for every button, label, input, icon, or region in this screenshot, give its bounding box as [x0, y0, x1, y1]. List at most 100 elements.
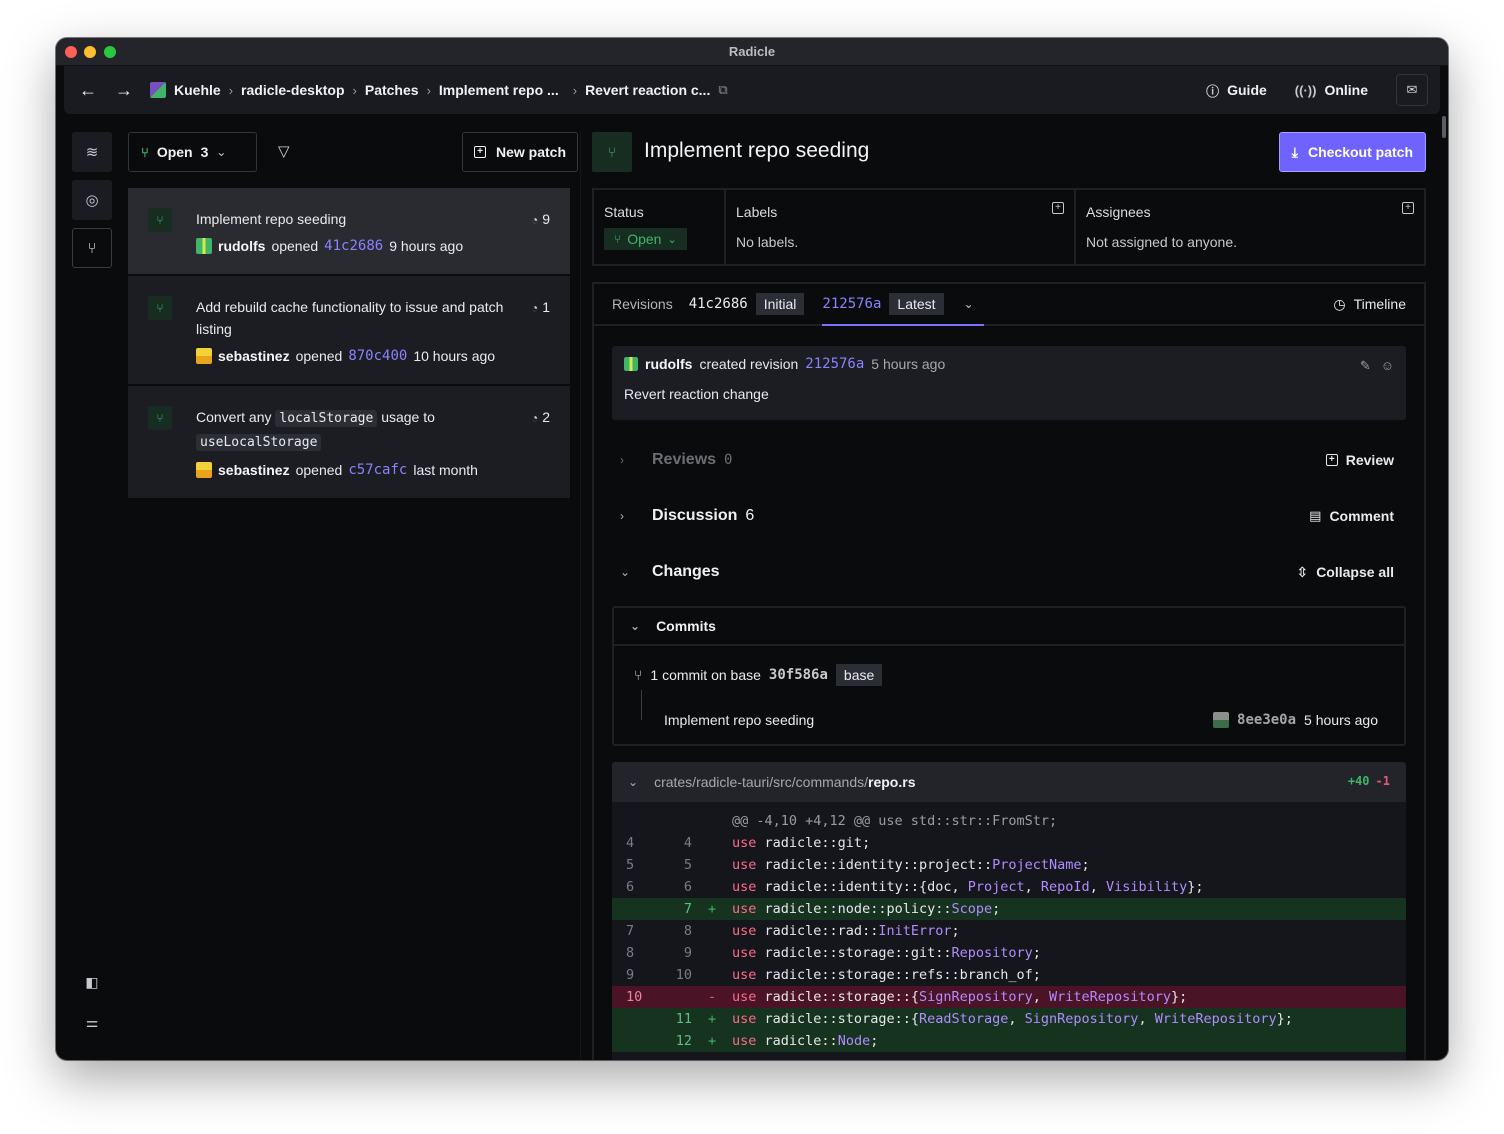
avatar	[624, 357, 638, 371]
reviews-count: 0	[724, 452, 733, 468]
patch-list: ⑂ Implement repo seeding ◔ 9 rudolfs open…	[128, 188, 570, 500]
pencil-icon[interactable]: ✎	[1360, 358, 1371, 374]
patch-list-item[interactable]: ⑂ Add rebuild cache functionality to iss…	[128, 276, 570, 386]
scrollbar-thumb[interactable]	[1442, 116, 1446, 138]
breadcrumb-patch[interactable]: Implement repo ...	[439, 82, 559, 98]
add-assignee-icon[interactable]: +	[1402, 202, 1414, 214]
pane-divider[interactable]	[580, 132, 581, 1060]
revision-author[interactable]: rudolfs	[645, 356, 692, 372]
inline-code: localStorage	[275, 410, 378, 427]
file-path-prefix: crates/radicle-tauri/src/commands/	[654, 774, 869, 790]
emoji-reaction-icon[interactable]: ☺	[1381, 358, 1394, 374]
diff-line: 8 9 use radicle::storage::git::Repository;	[612, 942, 1406, 964]
timeline-button[interactable]: ◷ Timeline	[1333, 296, 1406, 313]
diff-line: 9 10 use radicle::storage::refs::branch_of…	[612, 964, 1406, 986]
commit-hash[interactable]: 8ee3e0a	[1237, 712, 1296, 728]
discussion-section[interactable]: › Discussion 6 ▤ Comment	[612, 496, 1406, 536]
code-text: use radicle::storage::git::Repository;	[732, 942, 1041, 964]
online-status-button[interactable]: ((·)) Online	[1295, 82, 1368, 98]
patch-hash[interactable]: c57cafc	[348, 462, 407, 478]
patch-list-item[interactable]: ⑂ Convert any localStorage usage to useL…	[128, 386, 570, 500]
patch-hash[interactable]: 870c400	[348, 348, 407, 364]
sidebar-rail: ≋ ◎ ⑂	[72, 132, 112, 276]
filter-count: 3	[200, 144, 209, 160]
checkout-patch-button[interactable]: ⤓ Checkout patch	[1278, 132, 1426, 172]
breadcrumb-revision[interactable]: Revert reaction c...	[585, 82, 710, 98]
code-body: radicle::storage::{SignRepository, Write…	[764, 989, 1188, 1005]
copy-icon[interactable]: ⧉	[718, 82, 727, 98]
reviews-section[interactable]: › Reviews 0 + Review	[612, 440, 1406, 480]
code-text: use radicle::storage::{ReadStorage, Sign…	[732, 1008, 1293, 1030]
issue-icon: ◎	[85, 192, 99, 209]
patch-hash[interactable]: 41c2686	[324, 238, 383, 254]
guide-button[interactable]: ⓘ Guide	[1206, 81, 1267, 100]
avatar	[196, 238, 212, 254]
breadcrumb-patches[interactable]: Patches	[365, 82, 419, 98]
code-body: radicle::identity::{doc, Project, RepoId…	[764, 879, 1204, 895]
code-text: use radicle::git;	[732, 832, 870, 854]
patch-list-item[interactable]: ⑂ Implement repo seeding ◔ 9 rudolfs open…	[128, 188, 570, 276]
patch-author[interactable]: rudolfs	[218, 238, 265, 254]
patch-status-filter[interactable]: ⑂ Open 3 ⌄	[128, 132, 257, 172]
base-hash[interactable]: 30f586a	[769, 667, 828, 683]
status-badge[interactable]: ⑂ Open ⌄	[604, 228, 687, 250]
revision-hash[interactable]: 212576a	[805, 356, 864, 372]
changes-section[interactable]: ⌄ Changes ⇳ Collapse all	[612, 552, 1406, 592]
patch-meta: sebastinez opened c57cafc last month	[196, 462, 550, 478]
assignees-label: Assignees	[1086, 204, 1151, 220]
add-label-icon[interactable]: +	[1052, 202, 1064, 214]
breadcrumb-owner[interactable]: Kuehle	[174, 82, 221, 98]
download-icon: ⤓	[1291, 143, 1298, 160]
revision-initial-hash[interactable]: 41c2686	[689, 296, 748, 312]
changes-title: Changes	[652, 563, 720, 580]
new-patch-button[interactable]: + New patch	[461, 132, 578, 172]
assignees-value: Not assigned to anyone.	[1086, 234, 1237, 250]
forward-arrow-icon[interactable]: →	[112, 78, 136, 102]
chevron-down-icon: ⌄	[216, 145, 227, 159]
diff-line: 5 5 use radicle::identity::project::Projec…	[612, 854, 1406, 876]
revision-dropdown-chevron-icon[interactable]: ⌄	[964, 297, 974, 311]
patch-icon: ⑂	[141, 144, 149, 160]
back-arrow-icon[interactable]: ←	[76, 78, 100, 102]
sidebar-item-issues[interactable]: ◎	[72, 180, 112, 220]
discussion-count: 6	[745, 507, 755, 524]
sidebar-item-patches[interactable]: ⑂	[72, 228, 112, 268]
commit-base-row: ⑂ 1 commit on base 30f586a base	[634, 664, 883, 686]
inbox-icon: ✉	[1406, 82, 1418, 97]
breadcrumb: Kuehle › radicle-desktop › Patches › Imp…	[150, 66, 728, 114]
commit-graph-line	[641, 690, 642, 720]
commits-header[interactable]: ⌄ Commits	[614, 608, 1404, 646]
old-line-number: 5	[626, 857, 635, 873]
collapse-sidebar-icon[interactable]: ◧	[72, 974, 112, 991]
avatar	[196, 348, 212, 364]
sidebar-item-repositories[interactable]: ≋	[72, 132, 112, 172]
file-diff-header[interactable]: ⌄ crates/radicle-tauri/src/commands/repo…	[612, 762, 1406, 802]
code-keyword: use	[732, 879, 757, 895]
collapse-all-button[interactable]: ⇳ Collapse all	[1296, 564, 1394, 581]
status-column: Status ⑂ Open ⌄	[594, 190, 726, 264]
new-line-number: 10	[675, 967, 692, 983]
review-button[interactable]: + Review	[1325, 452, 1394, 468]
chevron-down-icon: ⌄	[620, 565, 631, 579]
patch-author[interactable]: sebastinez	[218, 348, 290, 364]
breadcrumb-repo[interactable]: radicle-desktop	[241, 82, 344, 98]
patch-time: 9 hours ago	[389, 238, 464, 254]
code-text: use radicle::node::policy::Scope;	[732, 898, 1000, 920]
inbox-button[interactable]: ✉	[1396, 74, 1428, 106]
chevron-down-icon: ⌄	[667, 233, 677, 246]
patch-author[interactable]: sebastinez	[218, 462, 290, 478]
new-line-number: 8	[683, 923, 692, 939]
revision-card: rudolfs created revision 212576a 5 hours…	[612, 346, 1406, 420]
revision-latest-hash[interactable]: 212576a	[822, 296, 881, 312]
code-body: radicle::storage::refs::branch_of;	[764, 967, 1041, 983]
diff-sign: +	[708, 1033, 717, 1049]
code-text: use radicle::storage::{SignRepository, W…	[732, 986, 1187, 1008]
chevron-right-icon: ›	[352, 82, 357, 98]
comment-button[interactable]: ▤ Comment	[1309, 508, 1394, 524]
code-keyword: use	[732, 989, 757, 1005]
settings-sliders-icon[interactable]: ⚌	[72, 1014, 112, 1031]
commit-message[interactable]: Implement repo seeding	[664, 712, 814, 728]
comment-label: Comment	[1329, 508, 1394, 524]
opened-label: opened	[295, 462, 343, 478]
filter-funnel-icon[interactable]: ▽	[278, 142, 290, 160]
